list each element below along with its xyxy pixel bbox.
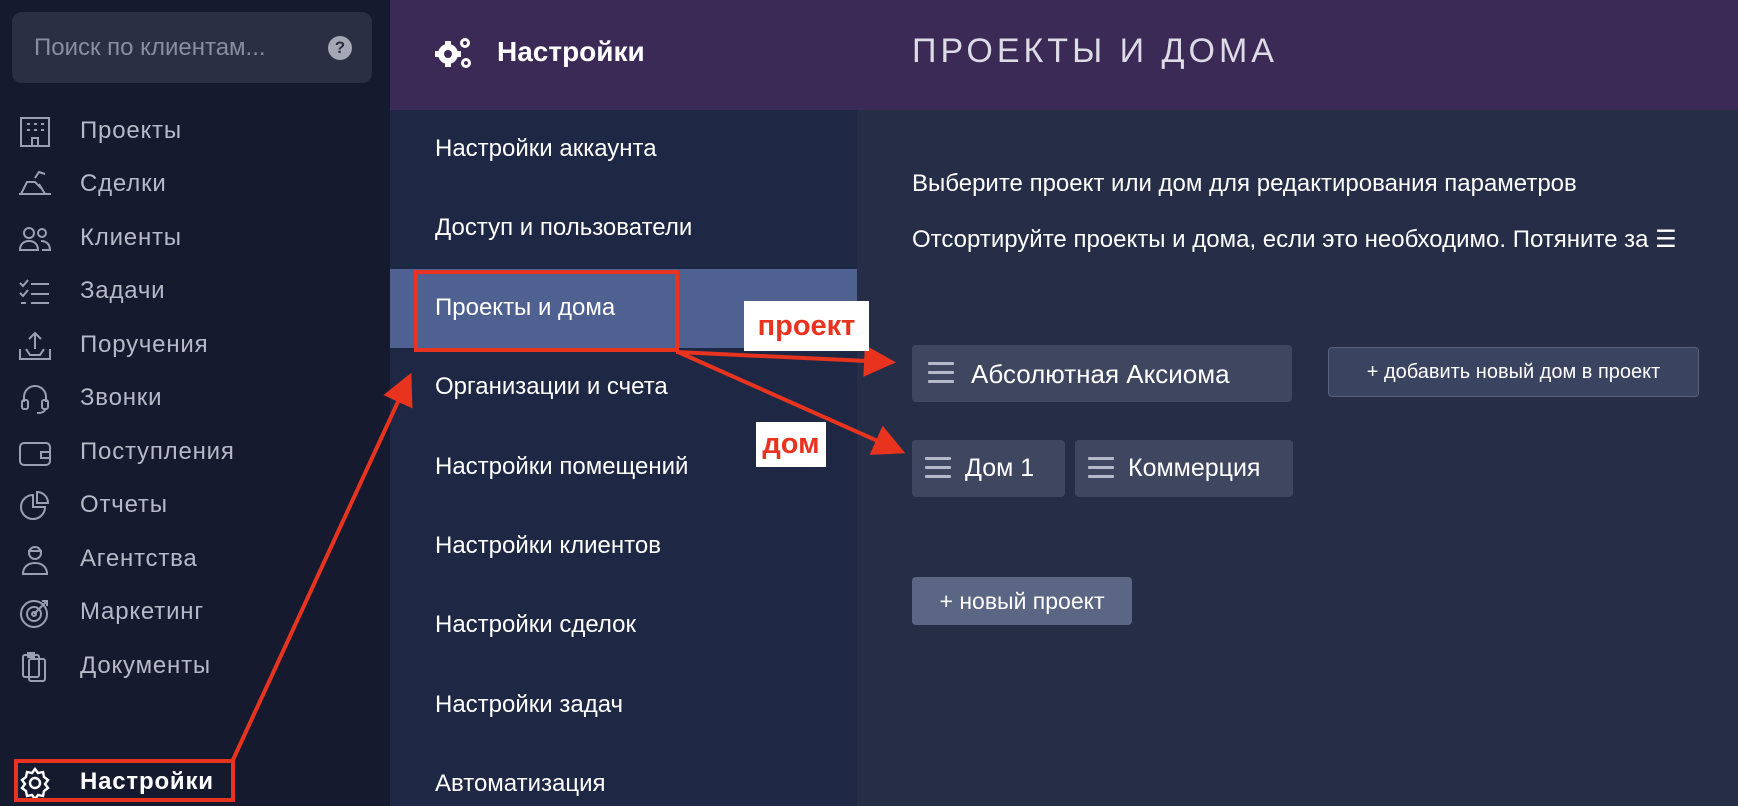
sidebar-item-label: Маркетинг (80, 598, 204, 625)
sidebar-item-label: Сделки (80, 170, 167, 197)
sidebar-item-assignments[interactable]: Поручения (0, 317, 390, 375)
settings-menu-label: Настройки помещений (435, 453, 689, 480)
gear-icon (20, 767, 50, 800)
sidebar-item-label: Поступления (80, 438, 235, 465)
sidebar-item-calls[interactable]: Звонки (0, 370, 390, 428)
help-icon[interactable]: ? (328, 36, 352, 60)
drag-handle-icon[interactable] (925, 457, 951, 479)
settings-menu-label: Настройки клиентов (435, 532, 661, 559)
handshake-icon (19, 170, 51, 195)
sidebar-item-payments[interactable]: Поступления (0, 424, 390, 482)
settings-header: Настройки (390, 0, 857, 110)
add-house-button[interactable]: + добавить новый дом в проект (1328, 347, 1699, 397)
settings-menu-label: Доступ и пользователи (435, 214, 693, 241)
sidebar-item-label: Звонки (80, 384, 163, 411)
settings-menu-item-automation[interactable]: Автоматизация (390, 745, 857, 806)
project-name: Абсолютная Аксиома (971, 359, 1230, 389)
sidebar-item-label: Документы (80, 652, 211, 679)
intro-text-sort: Отсортируйте проекты и дома, если это не… (912, 226, 1677, 253)
documents-icon (22, 652, 46, 682)
sidebar-item-reports[interactable]: Отчеты (0, 477, 390, 535)
house-chip[interactable]: Дом 1 (912, 440, 1065, 497)
sidebar-item-label: Поручения (80, 331, 209, 358)
checklist-icon (19, 279, 49, 304)
page-header: ПРОЕКТЫ И ДОМА (857, 0, 1738, 110)
settings-menu-item-clients[interactable]: Настройки клиентов (390, 507, 857, 586)
house-chip[interactable]: Коммерция (1075, 440, 1293, 497)
sidebar-item-label: Задачи (80, 277, 166, 304)
settings-menu-item-account[interactable]: Настройки аккаунта (390, 110, 857, 189)
sidebar-item-label: Настройки (80, 768, 214, 795)
sidebar-item-label: Проекты (80, 117, 182, 144)
settings-menu-item-organizations[interactable]: Организации и счета (390, 348, 857, 427)
gears-icon (435, 38, 471, 68)
settings-menu-item-premises[interactable]: Настройки помещений (390, 428, 857, 507)
page-title: ПРОЕКТЫ И ДОМА (912, 32, 1278, 70)
sidebar-item-label: Отчеты (80, 491, 168, 518)
agent-icon (21, 546, 49, 575)
settings-menu-item-tasks[interactable]: Настройки задач (390, 666, 857, 745)
users-icon (18, 227, 52, 251)
settings-menu-label: Настройки аккаунта (435, 135, 657, 162)
sidebar-item-deals[interactable]: Сделки (0, 156, 390, 214)
settings-menu-label: Настройки сделок (435, 611, 637, 638)
sidebar-item-clients[interactable]: Клиенты (0, 210, 390, 268)
new-project-button[interactable]: + новый проект (912, 577, 1132, 625)
settings-menu-label: Проекты и дома (435, 294, 616, 321)
sidebar-item-projects[interactable]: Проекты (0, 103, 390, 161)
pie-chart-icon (20, 490, 50, 520)
settings-menu-label: Настройки задач (435, 691, 624, 718)
target-icon (20, 600, 48, 628)
settings-menu-item-access[interactable]: Доступ и пользователи (390, 189, 857, 268)
house-name: Коммерция (1128, 454, 1261, 482)
drag-handle-icon[interactable] (928, 362, 954, 384)
sidebar: Поиск по клиентам... ? Проекты Сделки Кл… (0, 0, 390, 806)
settings-menu-item-deals[interactable]: Настройки сделок (390, 586, 857, 665)
sidebar-item-tasks[interactable]: Задачи (0, 263, 390, 321)
settings-menu-label: Автоматизация (435, 770, 606, 797)
sidebar-item-label: Агентства (80, 545, 198, 572)
house-name: Дом 1 (965, 454, 1035, 482)
sidebar-item-documents[interactable]: Документы (0, 638, 390, 696)
drag-handle-icon[interactable] (1088, 457, 1114, 479)
sidebar-item-marketing[interactable]: Маркетинг (0, 584, 390, 642)
search-placeholder: Поиск по клиентам... (34, 34, 266, 61)
settings-menu-label: Организации и счета (435, 373, 668, 400)
settings-menu: Настройки аккаунта Доступ и пользователи… (390, 110, 857, 806)
main-content: Выберите проект или дом для редактирован… (857, 110, 1738, 806)
settings-title: Настройки (497, 36, 645, 67)
project-chip[interactable]: Абсолютная Аксиома (912, 345, 1292, 402)
building-icon (20, 117, 50, 147)
upload-tray-icon (19, 331, 51, 360)
headset-icon (21, 385, 49, 414)
settings-menu-item-projects-houses[interactable]: Проекты и дома (390, 269, 857, 348)
sidebar-item-agencies[interactable]: Агентства (0, 531, 390, 589)
intro-text-select: Выберите проект или дом для редактирован… (912, 170, 1577, 197)
sidebar-item-label: Клиенты (80, 224, 182, 251)
wallet-icon (19, 442, 51, 466)
sidebar-item-settings[interactable]: Настройки (0, 754, 390, 806)
search-input[interactable]: Поиск по клиентам... ? (12, 12, 372, 83)
